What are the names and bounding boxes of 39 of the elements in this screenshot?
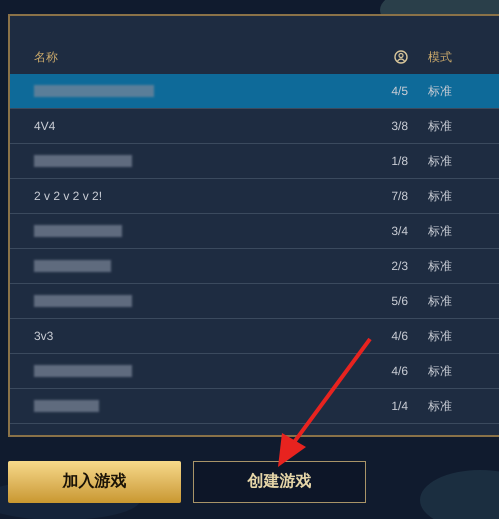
game-mode: 标准: [428, 153, 452, 170]
redacted-bar: [34, 400, 99, 412]
game-row[interactable]: 4/5 标准: [10, 74, 499, 109]
game-row[interactable]: 4V4 3/8 标准: [10, 109, 499, 144]
column-header: 模式: [428, 50, 452, 64]
player-count: 1/4: [390, 398, 408, 415]
player-count: 7/8: [390, 188, 408, 205]
player-count: 4/6: [390, 328, 408, 345]
player-count: 2/3: [390, 258, 408, 275]
game-row[interactable]: 5/6 标准: [10, 284, 499, 319]
join-game-button[interactable]: 加入游戏: [8, 461, 181, 503]
player-count: 5/6: [390, 293, 408, 310]
game-row[interactable]: 2 v 2 v 2 v 2! 7/8 标准: [10, 179, 499, 214]
player-count: 3/8: [390, 118, 408, 135]
players-icon: [394, 50, 408, 64]
game-row[interactable]: 2/3 标准: [10, 249, 499, 284]
player-count: 3/4: [390, 223, 408, 240]
game-mode: 标准: [428, 293, 452, 310]
game-row[interactable]: 4/6 标准: [10, 354, 499, 389]
create-game-button[interactable]: 创建游戏: [193, 461, 366, 503]
game-row[interactable]: 3/4 标准: [10, 214, 499, 249]
game-mode: 标准: [428, 328, 452, 345]
game-mode: 标准: [428, 223, 452, 240]
game-name: 4V4: [34, 118, 56, 135]
game-mode: 标准: [428, 363, 452, 380]
game-name: 2 v 2 v 2 v 2!: [34, 188, 102, 205]
game-row[interactable]: 3v3 4/6 标准: [10, 319, 499, 354]
game-row[interactable]: 1/8 标准: [10, 144, 499, 179]
game-mode: 标准: [428, 188, 452, 205]
player-count: 4/6: [390, 363, 408, 380]
player-count: 4/5: [390, 83, 408, 100]
player-count: 1/8: [390, 153, 408, 170]
game-row[interactable]: 1/4 标准: [10, 389, 499, 424]
column-header: 名称: [34, 50, 58, 64]
game-mode: 标准: [428, 83, 452, 100]
game-mode: 标准: [428, 398, 452, 415]
game-mode: 标准: [428, 118, 452, 135]
game-name: 3v3: [34, 328, 54, 345]
game-mode: 标准: [428, 258, 452, 275]
